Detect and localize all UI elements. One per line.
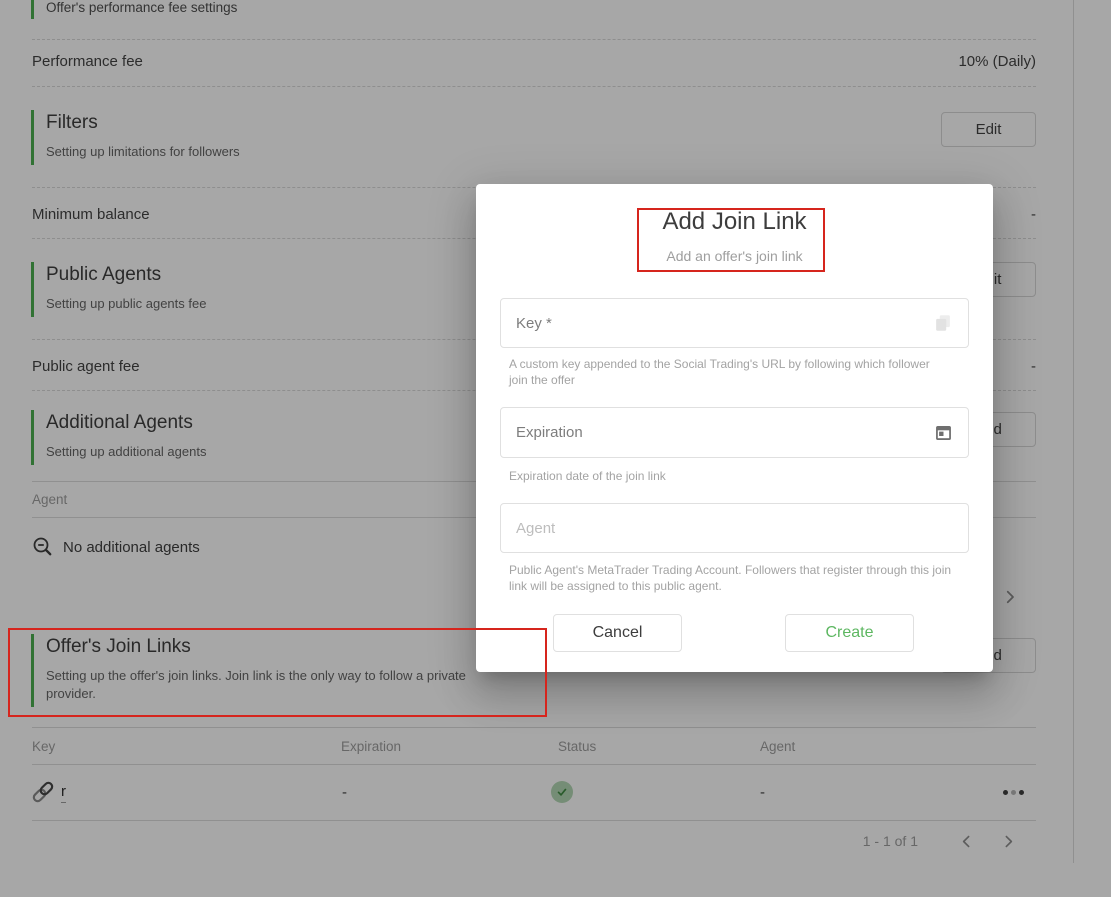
expiration-field (500, 407, 969, 458)
expiration-input[interactable] (501, 408, 968, 457)
agent-field (500, 503, 969, 553)
modal-subtitle: Add an offer's join link (666, 248, 803, 264)
key-input[interactable] (501, 299, 968, 347)
copy-icon[interactable] (931, 311, 955, 335)
expiration-helper-text: Expiration date of the join link (509, 469, 666, 483)
key-field (500, 298, 969, 348)
cancel-button[interactable]: Cancel (553, 614, 682, 652)
key-helper-text: A custom key appended to the Social Trad… (509, 357, 930, 387)
add-join-link-modal: Add Join Link Add an offer's join link A… (476, 184, 993, 672)
agent-helper-text: Public Agent's MetaTrader Trading Accoun… (509, 563, 952, 593)
calendar-icon[interactable] (931, 421, 955, 445)
create-button[interactable]: Create (785, 614, 914, 652)
offer-settings-screen: Offer's performance fee settings Perform… (0, 0, 1111, 897)
modal-title: Add Join Link (662, 208, 807, 235)
agent-input[interactable] (501, 504, 968, 552)
